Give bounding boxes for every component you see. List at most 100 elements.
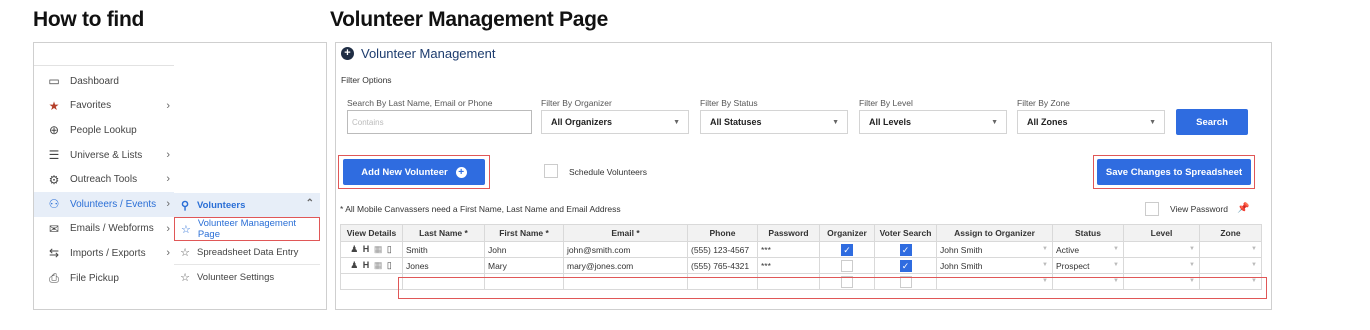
cell-email[interactable] — [563, 273, 688, 290]
organizer-checkbox[interactable] — [841, 275, 853, 288]
cell-email[interactable]: john@smith.com — [563, 241, 688, 258]
view-password-label: View Password — [1170, 204, 1228, 214]
calendar-icon[interactable]: ▦ — [374, 244, 384, 255]
column-header[interactable]: Organizer — [819, 224, 875, 242]
add-new-volunteer-button[interactable]: Add New Volunteer + — [343, 159, 485, 185]
filter-organizer-select[interactable]: All Organizers ▼ — [541, 110, 689, 134]
sidebar-item-universe-lists[interactable]: ☰ Universe & Lists › — [34, 143, 174, 168]
calendar-icon[interactable]: ▦ — [374, 260, 384, 271]
list-icon: ☰ — [48, 148, 60, 163]
filter-zone-select[interactable]: All Zones ▼ — [1017, 110, 1165, 134]
chevron-down-icon: ▼ — [832, 119, 839, 126]
cell-phone[interactable]: (555) 123-4567 — [687, 241, 758, 258]
column-header[interactable]: Email * — [563, 224, 688, 242]
submenu-item-spreadsheet-data-entry[interactable]: ☆ Spreadsheet Data Entry — [174, 241, 320, 265]
filter-zone-value: All Zones — [1027, 117, 1068, 127]
cell-assign-select[interactable]: ▼ — [936, 273, 1053, 290]
cell-email[interactable]: mary@jones.com — [563, 257, 688, 274]
cell-status-select[interactable]: ▼ — [1052, 273, 1124, 290]
add-volunteer-highlight: Add New Volunteer + — [338, 155, 490, 189]
column-header[interactable]: Last Name * — [402, 224, 485, 242]
cell-last[interactable] — [402, 273, 485, 290]
voter-search-checkbox[interactable] — [899, 275, 912, 288]
column-header[interactable]: Status — [1052, 224, 1124, 242]
cell-password[interactable]: *** — [757, 257, 820, 274]
filter-status-value: All Statuses — [710, 117, 762, 127]
submenu-item-label: Volunteer Management Page — [197, 218, 297, 240]
cell-first[interactable]: John — [484, 241, 564, 258]
panel-title[interactable]: + Volunteer Management — [341, 46, 495, 61]
column-header[interactable]: First Name * — [484, 224, 564, 242]
filter-zone-label: Filter By Zone — [1017, 98, 1070, 108]
column-header[interactable]: Level — [1123, 224, 1200, 242]
save-changes-button[interactable]: Save Changes to Spreadsheet — [1097, 159, 1251, 185]
voter-search-checkbox[interactable]: ✓ — [899, 259, 912, 272]
cell-password[interactable]: *** — [757, 241, 820, 258]
pin-icon[interactable]: 📌 — [1237, 203, 1249, 214]
column-header[interactable]: Zone — [1199, 224, 1262, 242]
volunteers-submenu: ⚲ Volunteers ⌃ ☆ Volunteer Management Pa… — [174, 193, 320, 289]
sidebar-item-imports-exports[interactable]: ⇆ Imports / Exports › — [34, 241, 174, 266]
table-row: ▼ ▼ ▼ ▼ — [340, 273, 1262, 290]
plus-circle-icon[interactable]: + — [341, 47, 354, 60]
cell-level-select[interactable]: ▼ — [1123, 257, 1200, 274]
chevron-right-icon: › — [166, 173, 170, 186]
schedule-volunteers-checkbox[interactable] — [544, 164, 558, 178]
sidebar-item-emails-webforms[interactable]: ✉ Emails / Webforms › — [34, 217, 174, 242]
history-icon[interactable]: H — [363, 244, 371, 254]
sidebar-item-people-lookup[interactable]: ⊕ People Lookup — [34, 118, 174, 143]
mobile-canvassers-note: * All Mobile Canvassers need a First Nam… — [340, 204, 621, 214]
cell-phone[interactable]: (555) 765-4321 — [687, 257, 758, 274]
cell-phone[interactable] — [687, 273, 758, 290]
cell-status-select[interactable]: Active ▼ — [1052, 241, 1124, 258]
sidebar-item-favorites[interactable]: ★ Favorites › — [34, 94, 174, 119]
mobile-icon[interactable]: ▯ — [387, 260, 393, 271]
sidebar-item-outreach-tools[interactable]: ⚙ Outreach Tools › — [34, 167, 174, 192]
submenu-item-volunteer-settings[interactable]: ☆ Volunteer Settings — [174, 265, 320, 289]
cell-password[interactable] — [757, 273, 820, 290]
sidebar-item-dashboard[interactable]: ▭ Dashboard — [34, 69, 174, 94]
organizer-checkbox[interactable] — [841, 259, 853, 272]
pin-icon: ⚲ — [180, 199, 190, 212]
cell-status-select[interactable]: Prospect ▼ — [1052, 257, 1124, 274]
person-icon[interactable]: ♟ — [350, 244, 359, 255]
person-icon[interactable]: ♟ — [350, 260, 359, 271]
cell-zone-select[interactable]: ▼ — [1199, 241, 1262, 258]
cell-last[interactable]: Jones — [402, 257, 485, 274]
monitor-icon: ▭ — [48, 74, 60, 89]
search-input[interactable]: Contains — [347, 110, 532, 134]
filter-status-label: Filter By Status — [700, 98, 758, 108]
chevron-down-icon: ▼ — [1113, 278, 1119, 284]
column-header[interactable]: Password — [757, 224, 820, 242]
chevron-down-icon: ▼ — [673, 119, 680, 126]
cell-first[interactable] — [484, 273, 564, 290]
cell-level-select[interactable]: ▼ — [1123, 241, 1200, 258]
filter-status-select[interactable]: All Statuses ▼ — [700, 110, 848, 134]
column-header[interactable]: Assign to Organizer — [936, 224, 1053, 242]
mobile-icon[interactable]: ▯ — [387, 244, 393, 255]
cell-voter-search: ✓ — [874, 257, 937, 274]
voter-search-checkbox[interactable]: ✓ — [899, 243, 912, 256]
submenu-header-volunteers[interactable]: ⚲ Volunteers ⌃ — [174, 193, 320, 217]
sidebar-item-volunteers-events[interactable]: ⚇ Volunteers / Events › — [34, 191, 174, 217]
cell-last[interactable]: Smith — [402, 241, 485, 258]
panel-title-label: Volunteer Management — [361, 46, 496, 61]
history-icon[interactable]: H — [363, 260, 371, 270]
column-header[interactable]: View Details — [340, 224, 403, 242]
chevron-down-icon: ▼ — [1251, 278, 1257, 284]
view-password-checkbox[interactable] — [1145, 202, 1159, 216]
column-header[interactable]: Voter Search — [874, 224, 937, 242]
sidebar-item-file-pickup[interactable]: ⎙ File Pickup — [34, 266, 174, 291]
cell-zone-select[interactable]: ▼ — [1199, 257, 1262, 274]
search-button[interactable]: Search — [1176, 109, 1248, 135]
volunteer-management-panel: + Volunteer Management Filter Options Se… — [335, 42, 1272, 310]
organizer-checkbox[interactable]: ✓ — [841, 243, 853, 256]
cell-assign-select[interactable]: John Smith ▼ — [936, 241, 1053, 258]
submenu-item-volunteer-management-page[interactable]: ☆ Volunteer Management Page — [174, 217, 320, 241]
column-header[interactable]: Phone — [687, 224, 758, 242]
cell-level-select[interactable]: ▼ — [1123, 273, 1200, 290]
cell-first[interactable]: Mary — [484, 257, 564, 274]
cell-zone-select[interactable]: ▼ — [1199, 273, 1262, 290]
cell-assign-select[interactable]: John Smith ▼ — [936, 257, 1053, 274]
filter-level-select[interactable]: All Levels ▼ — [859, 110, 1007, 134]
